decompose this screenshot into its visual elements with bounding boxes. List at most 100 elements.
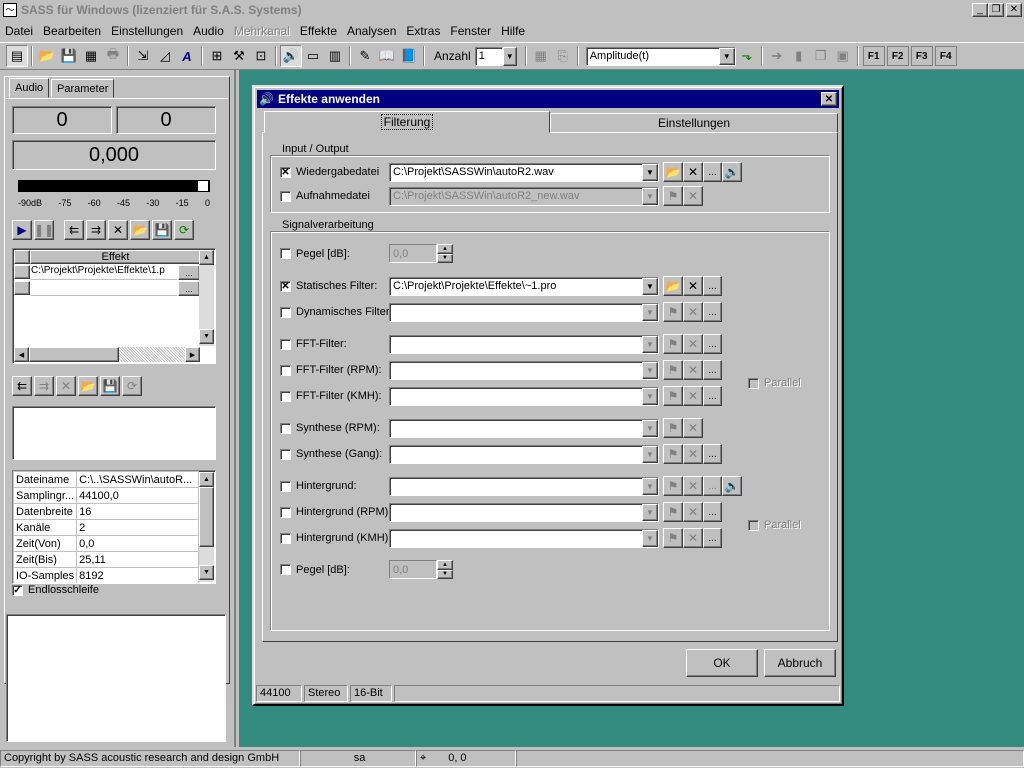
tools-icon[interactable]: ⚒ <box>228 45 250 67</box>
minimize-button[interactable]: _ <box>972 2 988 17</box>
clear-icon[interactable]: ✕ <box>683 276 703 296</box>
properties-table[interactable]: Dateiname C:\..\SASSWin\autoR... Sampling… <box>12 470 216 584</box>
open-folder-icon[interactable]: 📂 <box>130 220 150 240</box>
background-rpm-select[interactable]: ▼ <box>389 502 659 522</box>
list-item[interactable] <box>31 281 177 296</box>
clear-icon[interactable]: ✕ <box>683 444 703 464</box>
delete-icon[interactable]: ✕ <box>108 220 128 240</box>
ruler-icon[interactable]: ◿ <box>154 45 176 67</box>
print-icon[interactable]: 🖶 <box>102 45 124 67</box>
vertical-scrollbar[interactable]: ▲ ▼ <box>199 472 214 582</box>
table-row[interactable]: Samplingr... 44100,0 <box>13 487 199 504</box>
chevron-down-icon[interactable]: ▼ <box>642 529 658 547</box>
book-open-icon[interactable]: 📘 <box>398 45 420 67</box>
anzahl-dropdown-icon[interactable]: ▼ <box>502 46 517 66</box>
chevron-down-icon[interactable]: ▼ <box>642 361 658 379</box>
browse-button[interactable]: ... <box>703 386 722 406</box>
restore-button[interactable]: ❐ <box>988 2 1004 17</box>
tab-parameter[interactable]: Parameter <box>51 79 115 98</box>
refresh-icon[interactable]: ⟳ <box>122 376 142 396</box>
f1-button[interactable]: F1 <box>862 46 885 66</box>
clear-icon[interactable]: ✕ <box>683 302 703 322</box>
fft-rpm-checkbox[interactable] <box>280 364 291 376</box>
browse-button[interactable]: ... <box>703 276 722 296</box>
list-item[interactable]: C:\Projekt\Projekte\Effekte\1.p <box>31 265 177 280</box>
background-select[interactable]: ▼ <box>389 476 659 496</box>
f2-button[interactable]: F2 <box>886 46 909 66</box>
effects-list[interactable]: Effekt C:\Projekt\Projekte\Effekte\1.p .… <box>12 248 216 364</box>
app-title-bar[interactable]: 〜 SASS für Windows (lizenziert für S.A.S… <box>0 0 1024 19</box>
browse-button[interactable]: ... <box>703 444 722 464</box>
menu-mehrkanal[interactable]: Mehrkanal <box>229 24 295 38</box>
flag-icon[interactable]: ⚑ <box>663 386 683 406</box>
menu-analysen[interactable]: Analysen <box>342 24 401 38</box>
tab-filterung[interactable]: Filterung <box>264 111 550 133</box>
flag-icon[interactable]: ⚑ <box>663 334 683 354</box>
effects-header[interactable]: Effekt <box>30 250 201 264</box>
speaker-icon[interactable]: 🔊 <box>722 476 742 496</box>
close-button[interactable]: ✕ <box>1006 2 1022 17</box>
browse-button[interactable]: ... <box>703 302 722 322</box>
tape-icon[interactable]: ▭ <box>302 45 324 67</box>
pause-button[interactable]: ❚❚ <box>34 220 54 240</box>
dynamic-filter-select[interactable]: ▼ <box>389 302 659 322</box>
chevron-down-icon[interactable]: ▼ <box>642 477 658 495</box>
synth-rpm-checkbox[interactable] <box>280 422 291 434</box>
menu-effekte[interactable]: Effekte <box>295 24 342 38</box>
clear-icon[interactable]: ✕ <box>683 418 703 438</box>
level1-spinner[interactable]: ▲ ▼ <box>437 244 453 263</box>
clear-icon[interactable]: ✕ <box>683 502 703 522</box>
browse-button[interactable]: ... <box>178 281 200 296</box>
calculator-icon[interactable]: ▦ <box>530 45 552 67</box>
background-checkbox[interactable] <box>280 480 291 492</box>
clipboard-icon[interactable]: ⎘ <box>552 45 574 67</box>
open-folder-icon[interactable]: 📂 <box>78 376 98 396</box>
clear-icon[interactable]: ✕ <box>683 162 703 182</box>
row-handle[interactable] <box>14 265 30 279</box>
menu-fenster[interactable]: Fenster <box>445 24 496 38</box>
open-folder-icon[interactable]: 📂 <box>663 162 683 182</box>
crop-icon[interactable]: ⊡ <box>250 45 272 67</box>
fft-rpm-select[interactable]: ▼ <box>389 360 659 380</box>
flag-icon[interactable]: ⚑ <box>663 444 683 464</box>
horizontal-scrollbar[interactable]: ◀ ▶ <box>14 347 200 362</box>
flag-icon[interactable]: ⚑ <box>663 360 683 380</box>
properties-icon[interactable]: ▦ <box>80 45 102 67</box>
chevron-down-icon[interactable]: ▼ <box>642 445 658 463</box>
flag-icon[interactable]: ⚑ <box>663 528 683 548</box>
append-effect-icon[interactable]: ⇉ <box>34 376 54 396</box>
save-icon[interactable]: 💾 <box>58 45 80 67</box>
clear-icon[interactable]: ✕ <box>683 386 703 406</box>
anzahl-select[interactable]: 1 <box>474 46 503 66</box>
level1-checkbox[interactable] <box>280 248 291 259</box>
flag-icon[interactable]: ⚑ <box>663 186 683 206</box>
cancel-button[interactable]: Abbruch <box>764 649 836 677</box>
scroll-down-icon[interactable]: ▼ <box>199 565 214 580</box>
static-filter-checkbox[interactable]: ✕ <box>280 280 291 292</box>
copy-icon[interactable]: ❐ <box>810 45 832 67</box>
scroll-right-icon[interactable]: ▶ <box>185 347 200 362</box>
fft-kmh-checkbox[interactable] <box>280 390 291 402</box>
chevron-down-icon[interactable]: ▼ <box>642 387 658 405</box>
export-icon[interactable]: ⇲ <box>132 45 154 67</box>
table-row[interactable]: Dateiname C:\..\SASSWin\autoR... <box>13 471 199 488</box>
record-file-select[interactable]: C:\Projekt\SASSWin\autoR2_new.wav ▼ <box>389 186 659 206</box>
background-rpm-checkbox[interactable] <box>280 506 291 518</box>
record-checkbox[interactable] <box>280 190 291 202</box>
stack-icon[interactable]: ▣ <box>832 45 854 67</box>
counter-icon[interactable]: ⊞ <box>206 45 228 67</box>
playback-file-select[interactable]: C:\Projekt\SASSWin\autoR2.wav ▼ <box>389 162 659 182</box>
table-row[interactable]: Zeit(Bis) 25,11 <box>13 551 199 568</box>
graph-icon[interactable]: ⬎ <box>736 45 758 67</box>
font-icon[interactable]: A <box>176 45 198 67</box>
browse-button[interactable]: ... <box>178 265 200 280</box>
chevron-down-icon[interactable]: ▼ <box>642 303 658 321</box>
browse-button[interactable]: ... <box>703 334 722 354</box>
delete-icon[interactable]: ✕ <box>56 376 76 396</box>
scroll-down-icon[interactable]: ▼ <box>199 329 214 344</box>
spectrum-icon[interactable]: ▥ <box>324 45 346 67</box>
fft-filter-select[interactable]: ▼ <box>389 334 659 354</box>
open-folder-icon[interactable]: 📂 <box>36 45 58 67</box>
menu-einstellungen[interactable]: Einstellungen <box>106 24 188 38</box>
flag-icon[interactable]: ⚑ <box>663 302 683 322</box>
